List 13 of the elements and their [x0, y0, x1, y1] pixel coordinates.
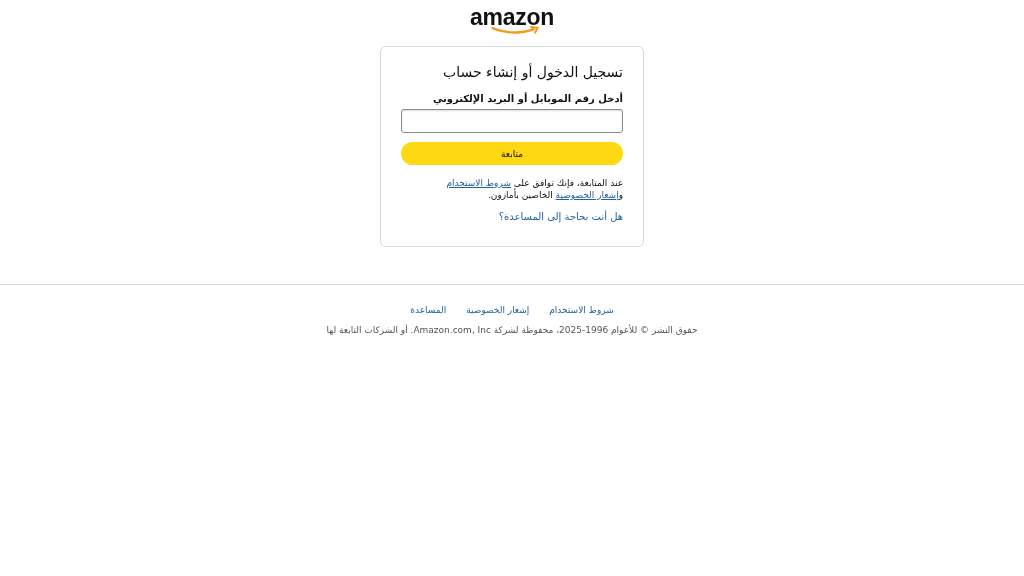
copyright-text: حقوق النشر © للأعوام 1996-2025، محفوظة لشركة Amazon.com, Inc. أو الشركات التابعة لها	[326, 325, 698, 335]
amazon-logo[interactable]: amazon	[470, 6, 554, 36]
field-label: أدخل رقم الموبايل أو البريد الإلكتروني	[431, 93, 623, 104]
footer-link[interactable]: المساعدة	[410, 305, 447, 315]
input-field[interactable]	[401, 109, 623, 133]
legal-link[interactable]: إشعار الخصوصية	[555, 190, 619, 200]
continue-button[interactable]: متابعة	[401, 142, 623, 165]
help-link[interactable]: هل أنت بحاجة إلى المساعدة؟	[498, 211, 623, 222]
card-title: تسجيل الدخول أو إنشاء حساب	[442, 62, 623, 83]
legal-notice: عند المتابعة، فإنك توافق على شروط الاستخدام وإشعار الخصوصية الخاصين بأمازون.	[445, 177, 623, 201]
footer-link[interactable]: إشعار الخصوصية	[466, 305, 530, 315]
footer-link[interactable]: شروط الاستخدام	[549, 305, 614, 315]
legal-link[interactable]: شروط الاستخدام	[446, 178, 511, 188]
